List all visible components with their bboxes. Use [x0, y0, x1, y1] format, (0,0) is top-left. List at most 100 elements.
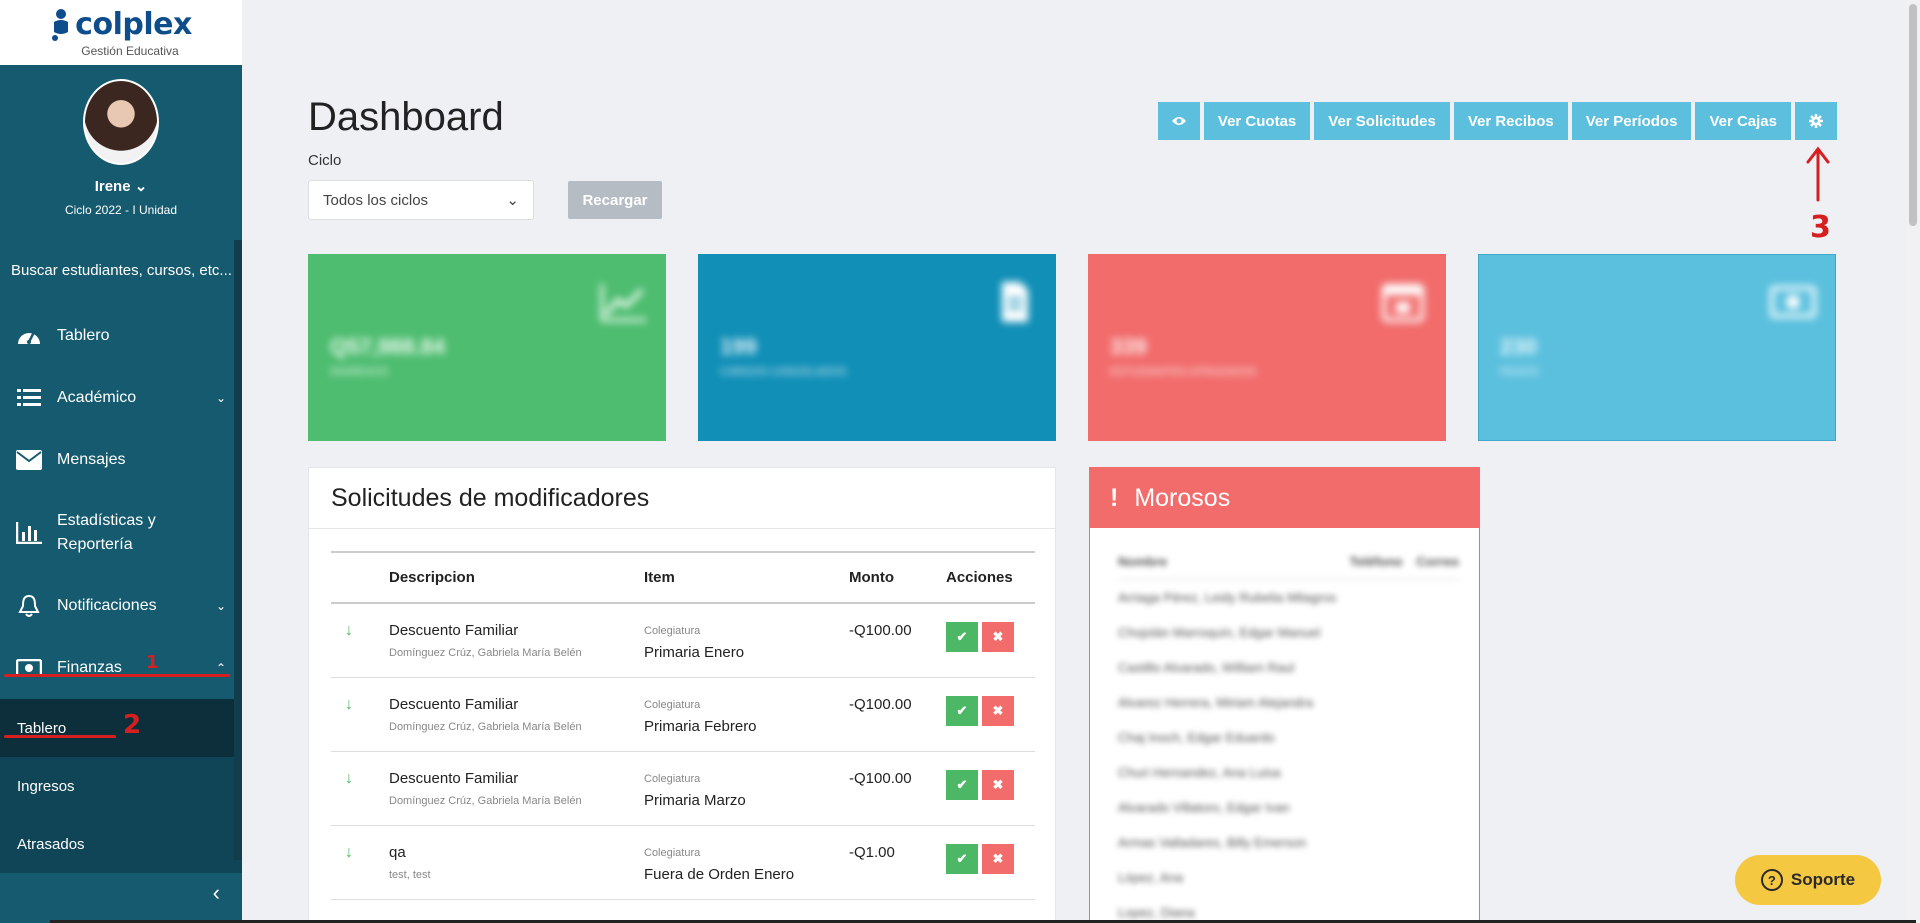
- sidebar-item-label: Estadísticas y Reportería: [57, 512, 156, 553]
- brand-tagline: Gestión Educativa: [81, 43, 179, 58]
- row-amount: -Q100.00: [849, 622, 912, 639]
- ver-cajas-button[interactable]: Ver Cajas: [1695, 102, 1791, 140]
- stat-card-pagos[interactable]: 230 PAGOS: [1478, 254, 1836, 441]
- gear-icon: [1809, 114, 1823, 128]
- approve-button[interactable]: ✔: [946, 770, 978, 800]
- panel-title: Solicitudes de modificadores: [309, 468, 1055, 529]
- list-item: Alvarez Herrera, Miriam Alejandra: [1118, 685, 1459, 720]
- reject-button[interactable]: ✖: [982, 696, 1014, 726]
- check-icon: ✔: [956, 851, 968, 866]
- cell-acciones: ✔ ✖: [946, 770, 1035, 800]
- moroso-name: Churi Hernandez, Ana Luisa: [1118, 765, 1281, 780]
- page-scrollbar[interactable]: [1906, 0, 1920, 923]
- cell-item: Colegiatura Primaria Marzo: [644, 770, 849, 809]
- ver-cuotas-button[interactable]: Ver Cuotas: [1203, 102, 1311, 140]
- list-item: Chaj Inoch, Edgar Eduardo: [1118, 720, 1459, 755]
- sidebar-item-mensajes[interactable]: Mensajes: [0, 429, 242, 491]
- approve-button[interactable]: ✔: [946, 622, 978, 652]
- row-person: Domínguez Crúz, Gabriela María Belén: [389, 795, 582, 807]
- reject-button[interactable]: ✖: [982, 770, 1014, 800]
- scrollbar-thumb[interactable]: [1909, 4, 1917, 226]
- ver-solicitudes-button[interactable]: Ver Solicitudes: [1314, 102, 1450, 140]
- reject-button[interactable]: ✖: [982, 844, 1014, 874]
- annotation-2: 2: [123, 710, 142, 740]
- moroso-name: Chojolán Marroquín, Edgar Manuel: [1118, 625, 1321, 640]
- row-person: Domínguez Crúz, Gabriela María Belén: [389, 647, 582, 659]
- collapse-sidebar-button[interactable]: ‹: [0, 863, 242, 923]
- sidebar-item-academico[interactable]: Académico ⌄: [0, 367, 242, 429]
- cell-item: Colegiatura Fuera de Orden Enero: [644, 844, 849, 883]
- stat-card-atrasados[interactable]: 339 ESTUDIANTES ATRASADOS: [1088, 254, 1446, 441]
- sidebar-subitem-tablero[interactable]: Tablero: [0, 699, 242, 757]
- list-item: Chojolán Marroquín, Edgar Manuel: [1118, 615, 1459, 650]
- stat-value: 230: [1500, 334, 1537, 359]
- moroso-name: Chaj Inoch, Edgar Eduardo: [1118, 730, 1275, 745]
- cell-acciones: ✔ ✖: [946, 844, 1035, 874]
- table-row: ↓ Descuento Familiar Domínguez Crúz, Gab…: [331, 604, 1035, 678]
- reject-button[interactable]: ✖: [982, 622, 1014, 652]
- close-icon: ✖: [992, 703, 1004, 718]
- row-item: Fuera de Orden Enero: [644, 866, 795, 883]
- sidebar-item-label: Notificaciones: [57, 597, 157, 614]
- stat-card-ingresos[interactable]: Q57,988.84 INGRESOS: [308, 254, 666, 441]
- annotation-underline-1: [4, 674, 230, 677]
- header-acciones: Acciones: [946, 569, 1013, 586]
- row-category: Colegiatura: [644, 699, 701, 711]
- sidebar: colplex Gestión Educativa Irene ⌄ Ciclo …: [0, 0, 242, 923]
- sidebar-search[interactable]: Buscar estudiantes, cursos, etc...: [0, 235, 242, 305]
- sidebar-item-notificaciones[interactable]: Notificaciones ⌄: [0, 575, 242, 637]
- sidebar-subitem-ingresos[interactable]: Ingresos: [0, 757, 242, 815]
- table-header: Nombre Teléfono Correo: [1118, 544, 1459, 580]
- annotation-3: 3: [1810, 210, 1831, 245]
- row-desc: Descuento Familiar: [389, 622, 519, 639]
- bar-chart-icon: [16, 520, 42, 546]
- list-item: López, Ana: [1118, 860, 1459, 895]
- arrow-down-icon: ↓: [345, 622, 353, 639]
- stat-value: 339: [1110, 334, 1147, 359]
- moroso-name: Castillo Alvarado, William Raul: [1118, 660, 1295, 675]
- list-icon: [16, 385, 42, 411]
- line-chart-icon: [600, 284, 646, 322]
- solicitudes-table: Descripcion Item Monto Acciones ↓ Descue…: [331, 551, 1035, 900]
- header-item: Item: [644, 569, 675, 586]
- user-name: Irene: [94, 178, 131, 195]
- reload-button[interactable]: Recargar: [568, 181, 662, 219]
- eye-icon: [1171, 117, 1186, 125]
- avatar[interactable]: [83, 79, 159, 165]
- list-item: Lopez, Diana: [1118, 895, 1459, 923]
- ciclo-select[interactable]: Todos los ciclos ⌄: [308, 180, 534, 220]
- sidebar-item-finanzas[interactable]: Finanzas ⌃: [0, 637, 242, 699]
- ver-periodos-button[interactable]: Ver Períodos: [1571, 102, 1692, 140]
- sidebar-scrollbar[interactable]: [234, 240, 242, 860]
- row-item: Primaria Marzo: [644, 792, 746, 809]
- row-category: Colegiatura: [644, 625, 701, 637]
- approve-button[interactable]: ✔: [946, 696, 978, 726]
- cell-acciones: ✔ ✖: [946, 696, 1035, 726]
- sidebar-item-estadisticas[interactable]: Estadísticas y Reportería: [0, 491, 242, 575]
- stat-card-cargos[interactable]: 199 CARGOS CANCELADOS: [698, 254, 1056, 441]
- logo[interactable]: colplex Gestión Educativa: [0, 0, 242, 65]
- settings-button[interactable]: [1795, 102, 1837, 140]
- envelope-icon: [16, 447, 42, 473]
- cell-descripcion: Descuento Familiar Domínguez Crúz, Gabri…: [389, 770, 644, 807]
- row-person: Domínguez Crúz, Gabriela María Belén: [389, 721, 582, 733]
- table-body: Arriaga Pérez, Leidy Rubelia Milagros Cho…: [1118, 580, 1459, 923]
- support-button[interactable]: ? Soporte: [1735, 855, 1881, 905]
- page-title: Dashboard: [308, 95, 504, 139]
- colplex-logo-icon: [52, 8, 69, 41]
- list-item: Churi Hernandez, Ana Luisa: [1118, 755, 1459, 790]
- ver-recibos-button[interactable]: Ver Recibos: [1453, 102, 1568, 140]
- arrow-down-icon: ↓: [345, 696, 353, 713]
- table-row: ↓ qa test, test Colegiatura Fuera de Ord…: [331, 826, 1035, 900]
- list-item: Arriaga Pérez, Leidy Rubelia Milagros: [1118, 580, 1459, 615]
- chevron-down-icon: ⌄: [134, 178, 148, 195]
- stat-label: INGRESOS: [330, 366, 389, 378]
- morosos-header: ! Morosos: [1090, 468, 1479, 528]
- money-icon: [1770, 286, 1816, 318]
- sidebar-item-tablero[interactable]: Tablero: [0, 305, 242, 367]
- user-menu[interactable]: Irene ⌄: [95, 177, 148, 195]
- header-nombre: Nombre: [1118, 554, 1168, 569]
- approve-button[interactable]: ✔: [946, 844, 978, 874]
- view-button[interactable]: [1157, 102, 1200, 140]
- table-row: ↓ Descuento Familiar Domínguez Crúz, Gab…: [331, 678, 1035, 752]
